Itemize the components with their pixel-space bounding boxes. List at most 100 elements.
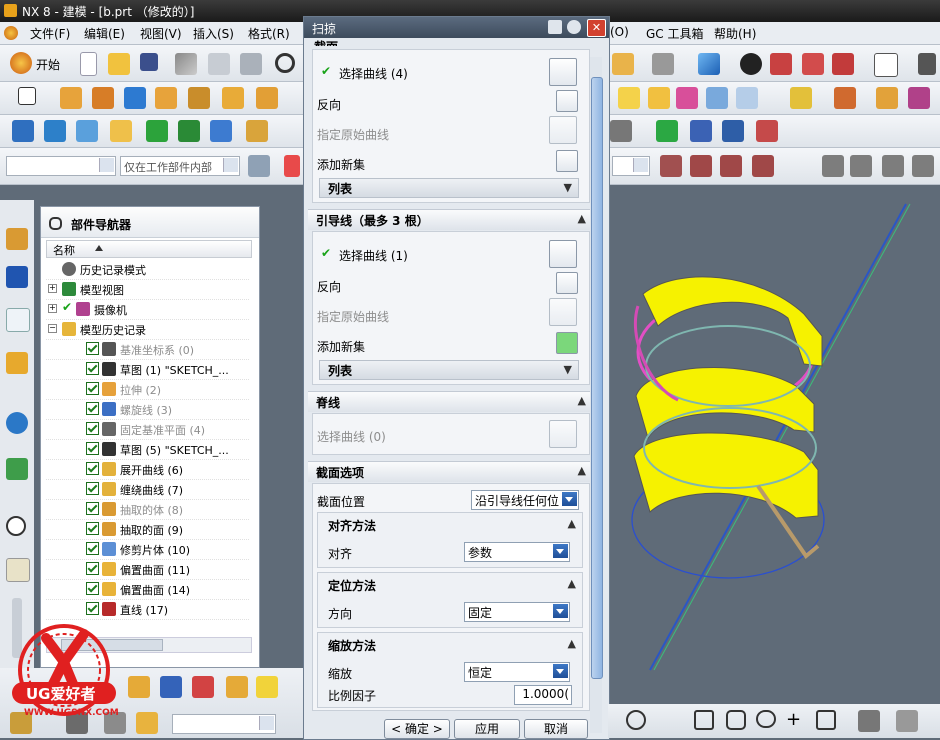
snap-icon[interactable] xyxy=(160,676,182,698)
guides-list-toggle[interactable]: 列表 ▼ xyxy=(319,360,579,380)
component-icon[interactable] xyxy=(690,120,712,142)
constraint-navigator-tab-icon[interactable] xyxy=(6,266,28,288)
feature-checkbox[interactable] xyxy=(86,502,99,515)
scale-dropdown[interactable]: 恒定 xyxy=(464,662,570,682)
feature-checkbox[interactable] xyxy=(86,362,99,375)
start-button[interactable]: 开始 xyxy=(36,56,60,73)
menu-view[interactable]: 视图(V) xyxy=(140,25,182,42)
curve-combo[interactable] xyxy=(172,714,276,734)
boss-icon[interactable] xyxy=(188,87,210,109)
assembly-icon[interactable] xyxy=(76,120,98,142)
tree-node[interactable]: 抽取的面 (9) xyxy=(46,519,249,540)
section-list-toggle[interactable]: 列表 ▼ xyxy=(319,178,579,198)
body-rule-icon[interactable] xyxy=(720,155,742,177)
hd3d-tab-icon[interactable] xyxy=(6,412,28,434)
menu-gc-toolbox[interactable]: GC 工具箱 xyxy=(646,25,704,42)
grid-icon[interactable] xyxy=(918,53,936,75)
settings-gear-icon[interactable] xyxy=(567,20,581,34)
feature-checkbox[interactable] xyxy=(86,562,99,575)
tree-node[interactable]: + ✔ 摄像机 xyxy=(46,299,249,320)
sketch-icon[interactable] xyxy=(18,87,36,105)
tree-node[interactable]: 螺旋线 (3) xyxy=(46,399,249,420)
chamfer-icon[interactable] xyxy=(648,87,670,109)
chevron-up-icon[interactable]: ▲ xyxy=(568,577,576,590)
shaded-cube-icon[interactable] xyxy=(698,53,720,75)
part-navigator-tab-icon[interactable] xyxy=(6,308,30,332)
tree-node[interactable]: 偏置曲面 (11) xyxy=(46,559,249,580)
name-column-header[interactable]: 名称 xyxy=(46,240,252,258)
tree-node[interactable]: 直线 (17) xyxy=(46,599,249,620)
draft-icon[interactable] xyxy=(706,87,728,109)
tree-node[interactable]: 展开曲线 (6) xyxy=(46,459,249,480)
origin-curve-icon[interactable] xyxy=(549,298,577,326)
intersect-icon[interactable] xyxy=(876,87,898,109)
undo-icon[interactable] xyxy=(275,53,295,73)
feature-checkbox[interactable] xyxy=(86,602,99,615)
feature-checkbox[interactable] xyxy=(86,542,99,555)
selection-settings-icon[interactable] xyxy=(248,155,270,177)
ok-button[interactable]: < 确定 > xyxy=(384,719,450,739)
point-plus-icon[interactable]: + xyxy=(786,710,808,732)
pin-icon[interactable] xyxy=(49,217,62,230)
copy-icon[interactable] xyxy=(208,53,230,75)
reverse-direction-icon[interactable] xyxy=(556,272,578,294)
section-position-dropdown[interactable]: 沿引导线任何位 xyxy=(471,490,579,510)
history-clock-icon[interactable] xyxy=(6,516,26,536)
scale-header[interactable]: 缩放方法 xyxy=(328,637,376,654)
section-view-icon[interactable] xyxy=(770,53,792,75)
feature-checkbox[interactable] xyxy=(86,422,99,435)
graphics-window[interactable] xyxy=(608,186,940,680)
apply-button[interactable]: 应用 xyxy=(454,719,520,739)
extrude-icon[interactable] xyxy=(60,87,82,109)
rectangle-icon[interactable] xyxy=(694,710,714,730)
expand-icon[interactable]: + xyxy=(48,284,57,293)
reuse-library-tab-icon[interactable] xyxy=(6,352,28,374)
collapse-icon[interactable]: − xyxy=(48,324,57,333)
midpoint-snap-icon[interactable] xyxy=(882,155,904,177)
tree-node[interactable]: 草图 (5) "SKETCH_... xyxy=(46,439,249,460)
analysis-icon[interactable] xyxy=(178,120,200,142)
feature-checkbox[interactable] xyxy=(86,462,99,475)
snap-point-icon[interactable] xyxy=(284,155,300,177)
align-header[interactable]: 对齐方法 xyxy=(328,517,376,534)
revolve-icon[interactable] xyxy=(92,87,114,109)
orient-header[interactable]: 定位方法 xyxy=(328,577,376,594)
scissor-icon[interactable] xyxy=(136,712,158,734)
menu-edit[interactable]: 编辑(E) xyxy=(84,25,125,42)
feature-checkbox[interactable] xyxy=(86,442,99,455)
center-snap-icon[interactable] xyxy=(912,155,934,177)
studio-spline-icon[interactable] xyxy=(858,710,880,732)
align-dropdown[interactable]: 参数 xyxy=(464,542,570,562)
point-icon[interactable] xyxy=(226,676,248,698)
endpoint-snap-icon[interactable] xyxy=(850,155,872,177)
scope-combo[interactable]: 仅在工作部件内部 xyxy=(120,156,240,176)
move-object-icon[interactable] xyxy=(12,120,34,142)
section-select-curve[interactable]: 选择曲线 (4) xyxy=(339,65,408,82)
start-icon[interactable] xyxy=(10,52,32,74)
curve-rule-icon[interactable] xyxy=(660,155,682,177)
check-geometry-icon[interactable] xyxy=(146,120,168,142)
app-menu-icon[interactable] xyxy=(4,26,18,40)
tree-node[interactable]: 拉伸 (2) xyxy=(46,379,249,400)
feature-checkbox[interactable] xyxy=(86,482,99,495)
menu-format[interactable]: 格式(R) xyxy=(248,25,290,42)
reverse-direction-icon[interactable] xyxy=(556,90,578,112)
guides-select-curve[interactable]: 选择曲线 (1) xyxy=(339,247,408,264)
constraints-icon[interactable] xyxy=(722,120,744,142)
tree-node[interactable]: 草图 (1) "SKETCH_... xyxy=(46,359,249,380)
origin-curve-icon[interactable] xyxy=(549,116,577,144)
web-browser-tab-icon[interactable] xyxy=(6,458,28,480)
delete-icon[interactable] xyxy=(192,676,214,698)
view-orient-icon[interactable] xyxy=(612,53,634,75)
reset-icon[interactable] xyxy=(548,20,562,34)
guides-header[interactable]: 引导线（最多 3 根） ▲ xyxy=(308,209,592,230)
face-rule-icon[interactable] xyxy=(690,155,712,177)
new-file-icon[interactable] xyxy=(80,52,97,76)
pattern-icon[interactable] xyxy=(256,676,278,698)
chevron-up-icon[interactable]: ▲ xyxy=(568,637,576,650)
subtract-icon[interactable] xyxy=(834,87,856,109)
tree-node[interactable]: − 模型历史记录 xyxy=(46,319,249,340)
snap-combo[interactable] xyxy=(612,156,650,176)
abs-icon[interactable] xyxy=(246,120,268,142)
conic-icon[interactable] xyxy=(896,710,918,732)
